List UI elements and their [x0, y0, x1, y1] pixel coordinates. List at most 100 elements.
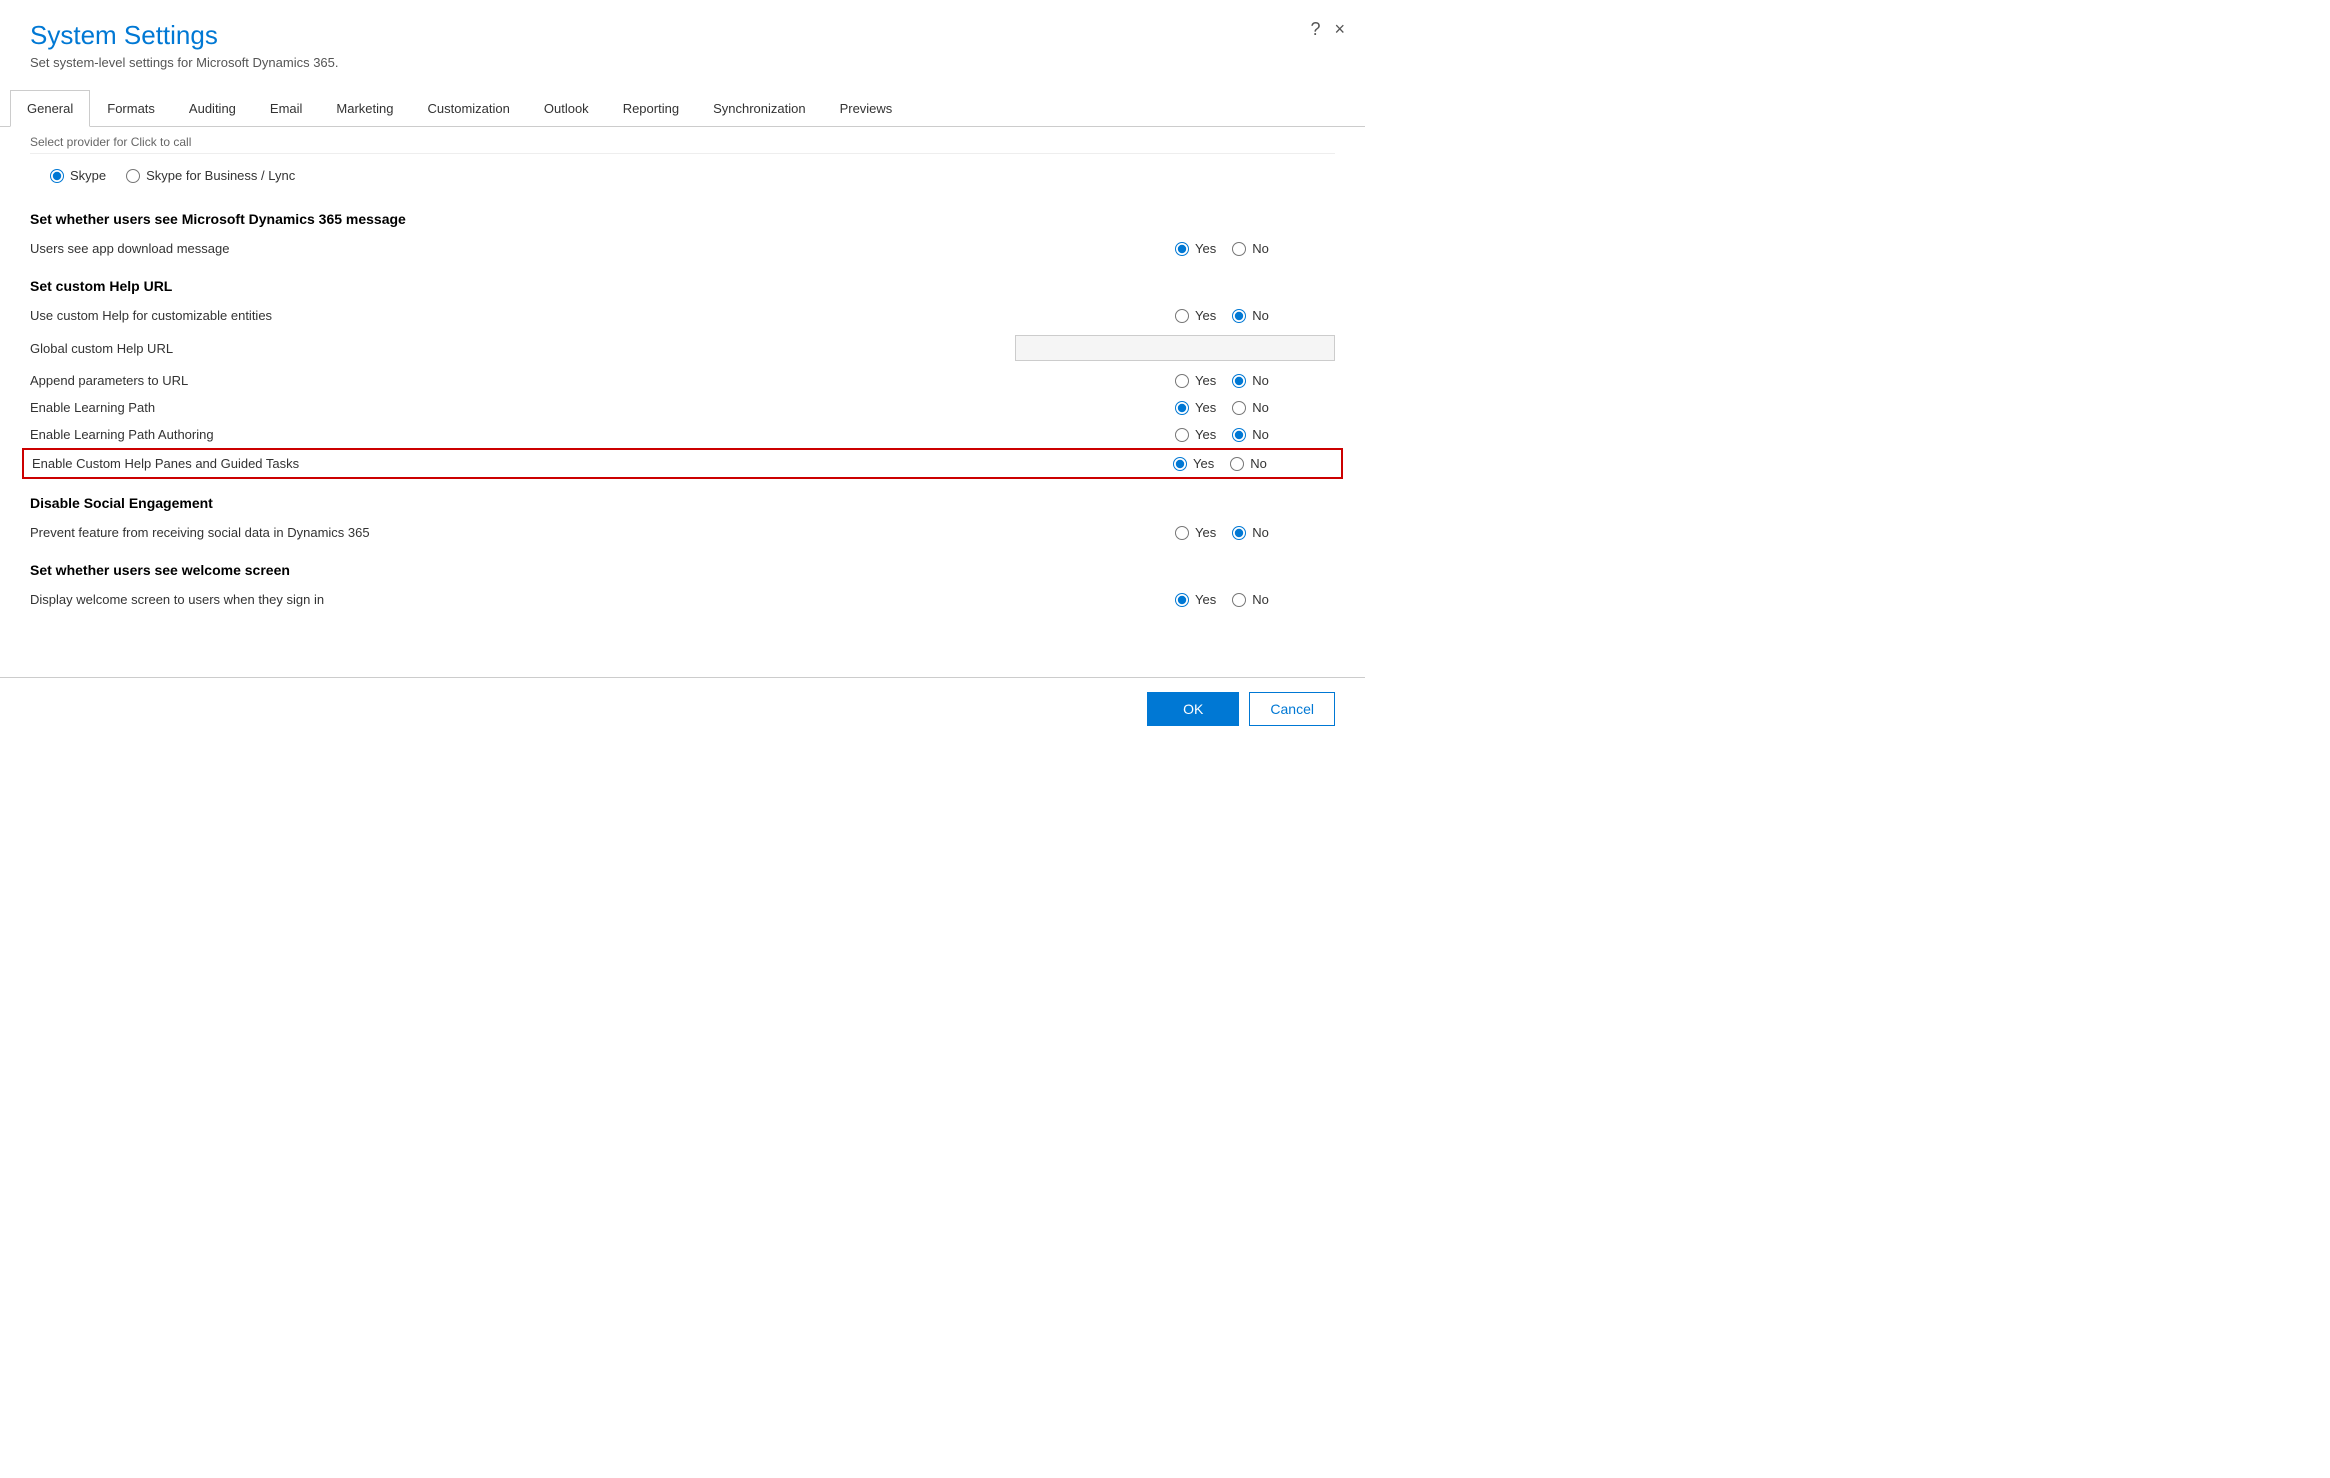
section-custom_help: Set custom Help URL Use custom Help for c… — [30, 278, 1335, 479]
setting-row-append_params: Append parameters to URLYesNo — [30, 367, 1335, 394]
no-radio-custom_help_panes[interactable] — [1230, 457, 1244, 471]
tab-outlook[interactable]: Outlook — [527, 90, 606, 127]
skype-business-option[interactable]: Skype for Business / Lync — [126, 168, 295, 183]
no-radio-app_download[interactable] — [1232, 242, 1246, 256]
controls-use_custom_help: Yes No — [1175, 308, 1335, 323]
yes-option-prevent_social[interactable]: Yes — [1175, 525, 1216, 540]
sections-container: Set whether users see Microsoft Dynamics… — [30, 211, 1335, 613]
no-option-custom_help_panes[interactable]: No — [1230, 456, 1267, 471]
yes-option-append_params[interactable]: Yes — [1175, 373, 1216, 388]
skype-label: Skype — [70, 168, 106, 183]
controls-prevent_social: Yes No — [1175, 525, 1335, 540]
input-global_help_url[interactable] — [1015, 335, 1335, 361]
dialog-subtitle: Set system-level settings for Microsoft … — [30, 55, 1335, 70]
no-radio-display_welcome[interactable] — [1232, 593, 1246, 607]
no-option-learning_path[interactable]: No — [1232, 400, 1269, 415]
yes-label-learning_path: Yes — [1195, 400, 1216, 415]
tab-email[interactable]: Email — [253, 90, 320, 127]
yes-radio-learning_path_authoring[interactable] — [1175, 428, 1189, 442]
tab-formats[interactable]: Formats — [90, 90, 172, 127]
section-title-welcome_screen: Set whether users see welcome screen — [30, 562, 1335, 578]
section-title-ms_message: Set whether users see Microsoft Dynamics… — [30, 211, 1335, 227]
dialog-title: System Settings — [30, 20, 1335, 51]
setting-row-learning_path_authoring: Enable Learning Path AuthoringYes No — [30, 421, 1335, 448]
setting-label-learning_path_authoring: Enable Learning Path Authoring — [30, 427, 1175, 442]
yes-label-display_welcome: Yes — [1195, 592, 1216, 607]
tab-previews[interactable]: Previews — [823, 90, 910, 127]
no-option-learning_path_authoring[interactable]: No — [1232, 427, 1269, 442]
setting-row-app_download: Users see app download message Yes No — [30, 235, 1335, 262]
tab-marketing[interactable]: Marketing — [319, 90, 410, 127]
yes-radio-learning_path[interactable] — [1175, 401, 1189, 415]
no-radio-append_params[interactable] — [1232, 374, 1246, 388]
scroll-hint: Select provider for Click to call — [30, 127, 1335, 154]
no-label-prevent_social: No — [1252, 525, 1269, 540]
setting-row-custom_help_panes: Enable Custom Help Panes and Guided Task… — [22, 448, 1343, 479]
yes-option-learning_path[interactable]: Yes — [1175, 400, 1216, 415]
content-area: Select provider for Click to call Skype … — [0, 127, 1365, 677]
tab-customization[interactable]: Customization — [411, 90, 527, 127]
setting-row-display_welcome: Display welcome screen to users when the… — [30, 586, 1335, 613]
tab-reporting[interactable]: Reporting — [606, 90, 696, 127]
no-option-append_params[interactable]: No — [1232, 373, 1269, 388]
yes-option-use_custom_help[interactable]: Yes — [1175, 308, 1216, 323]
skype-business-radio[interactable] — [126, 169, 140, 183]
yes-label-prevent_social: Yes — [1195, 525, 1216, 540]
no-label-learning_path_authoring: No — [1252, 427, 1269, 442]
controls-learning_path_authoring: Yes No — [1175, 427, 1335, 442]
section-title-custom_help: Set custom Help URL — [30, 278, 1335, 294]
yes-option-app_download[interactable]: Yes — [1175, 241, 1216, 256]
yes-radio-custom_help_panes[interactable] — [1173, 457, 1187, 471]
no-option-prevent_social[interactable]: No — [1232, 525, 1269, 540]
yes-option-learning_path_authoring[interactable]: Yes — [1175, 427, 1216, 442]
close-button[interactable]: × — [1334, 20, 1345, 38]
tab-synchronization[interactable]: Synchronization — [696, 90, 823, 127]
no-radio-learning_path_authoring[interactable] — [1232, 428, 1246, 442]
yes-label-custom_help_panes: Yes — [1193, 456, 1214, 471]
controls-append_params: Yes No — [1175, 373, 1335, 388]
section-title-social_engagement: Disable Social Engagement — [30, 495, 1335, 511]
setting-row-prevent_social: Prevent feature from receiving social da… — [30, 519, 1335, 546]
yes-radio-display_welcome[interactable] — [1175, 593, 1189, 607]
no-label-custom_help_panes: No — [1250, 456, 1267, 471]
skype-option[interactable]: Skype — [50, 168, 106, 183]
yes-label-app_download: Yes — [1195, 241, 1216, 256]
ok-button[interactable]: OK — [1147, 692, 1239, 726]
yes-option-display_welcome[interactable]: Yes — [1175, 592, 1216, 607]
setting-label-prevent_social: Prevent feature from receiving social da… — [30, 525, 1175, 540]
no-label-use_custom_help: No — [1252, 308, 1269, 323]
no-option-display_welcome[interactable]: No — [1232, 592, 1269, 607]
section-welcome_screen: Set whether users see welcome screen Disp… — [30, 562, 1335, 613]
yes-option-custom_help_panes[interactable]: Yes — [1173, 456, 1214, 471]
yes-label-append_params: Yes — [1195, 373, 1216, 388]
setting-label-use_custom_help: Use custom Help for customizable entitie… — [30, 308, 1175, 323]
skype-business-label: Skype for Business / Lync — [146, 168, 295, 183]
setting-label-app_download: Users see app download message — [30, 241, 1175, 256]
tab-general[interactable]: General — [10, 90, 90, 127]
cancel-button[interactable]: Cancel — [1249, 692, 1335, 726]
controls-display_welcome: Yes No — [1175, 592, 1335, 607]
yes-radio-app_download[interactable] — [1175, 242, 1189, 256]
dialog-header: System Settings Set system-level setting… — [0, 0, 1365, 80]
setting-row-learning_path: Enable Learning PathYesNo — [30, 394, 1335, 421]
no-label-learning_path: No — [1252, 400, 1269, 415]
yes-radio-append_params[interactable] — [1175, 374, 1189, 388]
no-radio-learning_path[interactable] — [1232, 401, 1246, 415]
setting-label-global_help_url: Global custom Help URL — [30, 341, 1015, 356]
system-settings-dialog: System Settings Set system-level setting… — [0, 0, 1365, 740]
controls-custom_help_panes: Yes No — [1173, 456, 1333, 471]
skype-radio[interactable] — [50, 169, 64, 183]
no-option-app_download[interactable]: No — [1232, 241, 1269, 256]
yes-radio-use_custom_help[interactable] — [1175, 309, 1189, 323]
dialog-controls: ? × — [1310, 20, 1345, 38]
no-radio-prevent_social[interactable] — [1232, 526, 1246, 540]
controls-app_download: Yes No — [1175, 241, 1335, 256]
no-label-append_params: No — [1252, 373, 1269, 388]
no-option-use_custom_help[interactable]: No — [1232, 308, 1269, 323]
tab-auditing[interactable]: Auditing — [172, 90, 253, 127]
help-button[interactable]: ? — [1310, 20, 1320, 38]
setting-label-display_welcome: Display welcome screen to users when the… — [30, 592, 1175, 607]
yes-radio-prevent_social[interactable] — [1175, 526, 1189, 540]
no-radio-use_custom_help[interactable] — [1232, 309, 1246, 323]
setting-label-custom_help_panes: Enable Custom Help Panes and Guided Task… — [32, 456, 1173, 471]
